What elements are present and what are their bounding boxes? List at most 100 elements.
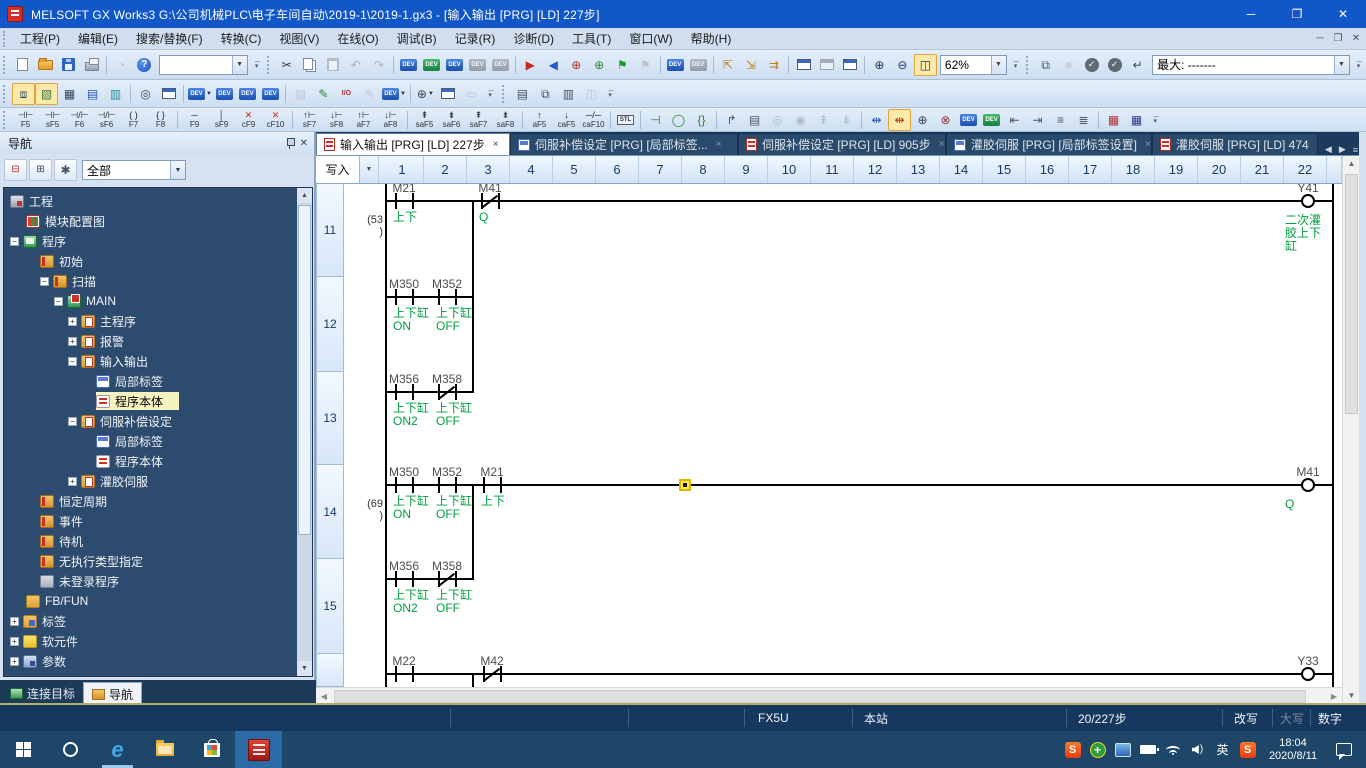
copy[interactable] [298, 54, 321, 76]
rising-pulse[interactable]: ↑aF5 [526, 109, 553, 131]
tree-item-主程序[interactable]: +主程序 [4, 311, 296, 331]
settings-gear-button[interactable]: ✱ [54, 159, 77, 181]
tree-item-扫描[interactable]: −扫描 [4, 271, 296, 291]
tree-expander-icon[interactable]: + [68, 317, 77, 326]
contact-M356[interactable] [395, 384, 397, 400]
element-selection-toggle[interactable]: ▧ [35, 83, 58, 105]
open-project[interactable] [34, 54, 57, 76]
tree-expander-icon[interactable]: + [10, 637, 19, 646]
monitor-write[interactable]: DEV [443, 54, 466, 76]
tab-nav-left-icon[interactable]: ◀ [1325, 144, 1332, 155]
quick-find-combo[interactable]: ▼ [159, 55, 248, 75]
cross-wire[interactable]: ⇹ [888, 109, 911, 131]
menu-item-搜索/替换[interactable]: 搜索/替换(F) [127, 28, 212, 50]
sogou-input-tray-button[interactable]: S [1235, 731, 1260, 768]
check-parameter[interactable]: ✓ [1103, 54, 1126, 76]
rung-number-cell[interactable] [316, 654, 344, 687]
watch-stop[interactable]: ⚑ [634, 54, 657, 76]
contact-M21[interactable] [412, 193, 414, 209]
tree-item-参数[interactable]: +参数 [4, 651, 296, 671]
tree-item-标签[interactable]: +标签 [4, 611, 296, 631]
vertical-scrollbar[interactable]: ▲ ▼ [1342, 156, 1359, 704]
open-contact-or[interactable]: ⊣⊢sF5 [39, 109, 66, 131]
minimize-button[interactable]: ─ [1228, 0, 1274, 28]
tree-expander-icon[interactable]: + [10, 617, 19, 626]
monitor-start[interactable]: DEV [420, 54, 443, 76]
close-contact[interactable]: ⊣/⊢F6 [66, 109, 93, 131]
run[interactable]: ▶ [519, 54, 542, 76]
tree-filter-select[interactable]: 全部 ▼ [82, 160, 186, 180]
inline-st[interactable]: STL [614, 109, 637, 131]
contact-M358[interactable] [455, 384, 457, 400]
scrollbar-thumb[interactable] [334, 690, 1306, 703]
tree-item-局部标签[interactable]: 局部标签 [4, 371, 296, 391]
find-device[interactable]: ⊕▼ [414, 83, 437, 105]
contact-M352[interactable] [455, 477, 457, 493]
window-arrange[interactable] [838, 54, 861, 76]
tree-item-MAIN[interactable]: −MAIN [4, 291, 296, 311]
history[interactable]: ◔ [110, 54, 133, 76]
statement-display[interactable]: ▨ [289, 83, 312, 105]
vertical-line[interactable]: │sF9 [208, 109, 235, 131]
network-tray-button[interactable] [1160, 731, 1185, 768]
tree-expander-icon[interactable]: − [68, 357, 77, 366]
window-tile[interactable] [815, 54, 838, 76]
tree-item-无执行类型指定[interactable]: 无执行类型指定 [4, 551, 296, 571]
pulse-contact[interactable]: ↑⊢sF7 [296, 109, 323, 131]
contact-M41[interactable] [498, 193, 500, 209]
docking-layout-2[interactable]: ⧉ [534, 83, 557, 105]
edit-mode-cell[interactable]: 写入 [316, 156, 360, 183]
menu-item-帮助[interactable]: 帮助(H) [682, 28, 741, 50]
device-display-switch[interactable]: DEV▼ [381, 83, 407, 105]
contact-M350[interactable] [395, 477, 397, 493]
contact-M356[interactable] [412, 571, 414, 587]
insert-row[interactable]: ⇞ [812, 109, 835, 131]
ladder-canvas[interactable]: (53)M21上下M41QY41二次灌胶上下缸M350上下缸ONM352上下缸O… [344, 184, 1342, 687]
align-outline[interactable]: ≣ [1072, 109, 1095, 131]
coil-Y33[interactable] [1301, 667, 1315, 681]
stop[interactable]: ◀ [542, 54, 565, 76]
register-watch-red[interactable]: ▦ [1102, 109, 1125, 131]
tree-item-软元件[interactable]: +软元件 [4, 631, 296, 651]
open-contact[interactable]: ⊣⊢F5 [12, 109, 39, 131]
coil-Y41[interactable] [1301, 194, 1315, 208]
document-tab-4[interactable]: 灌胶伺服 [PRG] [局部标签设置]× [946, 133, 1152, 155]
tree-expander-icon[interactable]: − [10, 237, 19, 246]
tree-item-局部标签[interactable]: 局部标签 [4, 431, 296, 451]
tab-close-icon[interactable]: × [939, 139, 945, 150]
document-tab-3[interactable]: 伺服补偿设定 [PRG] [LD] 905步× [738, 133, 946, 155]
child-minimize-button[interactable]: ─ [1312, 33, 1328, 44]
antivirus-tray-button[interactable]: + [1085, 731, 1110, 768]
io-assignment[interactable]: I/O [335, 83, 358, 105]
zoom-in[interactable]: ⊕ [868, 54, 891, 76]
contact-M21[interactable] [483, 477, 485, 493]
menu-item-记录[interactable]: 记录(R) [446, 28, 505, 50]
child-close-button[interactable]: ✕ [1348, 33, 1364, 44]
read-from-plc[interactable]: DEV [466, 54, 489, 76]
zoom-out[interactable]: ⊖ [891, 54, 914, 76]
watch-start[interactable]: ⚑ [611, 54, 634, 76]
tab-nav-list-icon[interactable]: ≡ [1353, 145, 1358, 155]
contact-M352[interactable] [438, 477, 440, 493]
tree-expander-icon[interactable]: + [68, 477, 77, 486]
start-button[interactable] [0, 731, 47, 768]
tree-item-事件[interactable]: 事件 [4, 511, 296, 531]
horizontal-line[interactable]: ─F9 [181, 109, 208, 131]
tree-expander-icon[interactable]: + [10, 657, 19, 666]
child-restore-button[interactable]: ❐ [1330, 33, 1346, 44]
scroll-down-icon[interactable]: ▼ [1343, 688, 1360, 704]
tree-item-待机[interactable]: 待机 [4, 531, 296, 551]
tab-nav-right-icon[interactable]: ▶ [1339, 144, 1346, 155]
contact-M22[interactable] [395, 666, 397, 682]
contact-M21[interactable] [395, 193, 397, 209]
device-find[interactable]: DEV [236, 83, 259, 105]
pulse-nc-close-or[interactable]: ⇟saF8 [492, 109, 519, 131]
help[interactable]: ? [133, 54, 156, 76]
contact-M350[interactable] [412, 289, 414, 305]
write-to-plc[interactable]: DEV [397, 54, 420, 76]
device-list[interactable]: DEV▼ [187, 83, 213, 105]
close-contact-or[interactable]: ⊣/⊢sF6 [93, 109, 120, 131]
module-tool[interactable]: ▦ [58, 83, 81, 105]
navigation-window-toggle[interactable]: ⧈ [12, 83, 35, 105]
panel-close-icon[interactable]: ✕ [300, 138, 308, 149]
